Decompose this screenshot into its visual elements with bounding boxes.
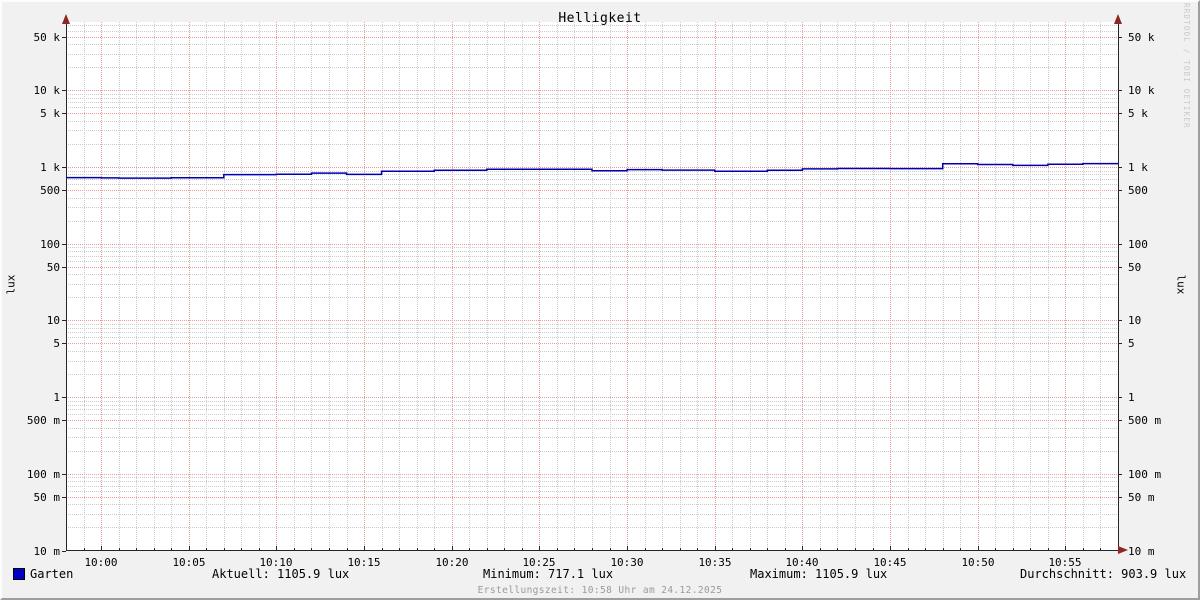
y-tick-label-right: 1 k xyxy=(1128,161,1148,174)
y-tick-label-right: 100 m xyxy=(1128,468,1162,481)
y-tick-label-left: 100 m xyxy=(26,468,60,481)
y-tick-label-left: 100 xyxy=(40,238,60,251)
chart-title: Helligkeit xyxy=(558,11,642,26)
y-tick-label-right: 5 xyxy=(1128,337,1135,350)
y-tick-label-right: 50 m xyxy=(1128,491,1155,504)
y-tick-label-left: 5 xyxy=(53,337,60,350)
creation-time: Erstellungszeit: 10:58 Uhr am 24.12.2025 xyxy=(477,585,723,596)
rrdtool-watermark: RRDTOOL / TOBI OETIKER xyxy=(1182,3,1191,129)
stat-durchschnitt: Durchschnitt: 903.9 lux xyxy=(1020,567,1187,581)
y-tick-label-left: 5 k xyxy=(40,107,60,120)
rrdtool-graph: Helligkeit 50 k 10 k 5 k 1 k 500 100 50 10 5 1 500… xyxy=(0,0,1200,600)
y-tick-label-left: 500 xyxy=(40,184,60,197)
plot-area xyxy=(62,14,1128,554)
y-tick-label-left: 10 xyxy=(46,314,60,327)
y-tick-label-left: 1 k xyxy=(40,161,60,174)
x-tick-label: 10:00 xyxy=(84,556,118,569)
y-tick-label-right: 500 m xyxy=(1128,414,1162,427)
y-axis-unit-right: lux xyxy=(1174,274,1188,295)
y-tick-label-right: 500 xyxy=(1128,184,1148,197)
legend-swatch xyxy=(13,568,25,580)
y-tick-label-left: 50 k xyxy=(33,31,61,44)
x-tick-label: 10:05 xyxy=(172,556,206,569)
x-tick-label: 10:35 xyxy=(698,556,732,569)
y-tick-label-left: 10 m xyxy=(33,545,61,558)
stat-minimum: Minimum: 717.1 lux xyxy=(483,567,614,581)
y-tick-label-left: 1 xyxy=(53,391,60,404)
y-tick-label-left: 500 m xyxy=(26,414,60,427)
y-tick-label-right: 100 xyxy=(1128,238,1148,251)
stat-maximum: Maximum: 1105.9 lux xyxy=(750,567,888,581)
x-tick-label: 10:20 xyxy=(435,556,469,569)
y-tick-label-right: 1 xyxy=(1128,391,1135,404)
y-tick-label-left: 50 m xyxy=(33,491,61,504)
y-axis-unit-left: lux xyxy=(4,274,18,295)
x-tick-label: 10:50 xyxy=(961,556,995,569)
y-tick-label-right: 10 xyxy=(1128,314,1142,327)
y-tick-label-right: 50 xyxy=(1128,261,1142,274)
y-tick-label-right: 10 m xyxy=(1128,545,1155,558)
graph-inner: Helligkeit 50 k 10 k 5 k 1 k 500 100 50 10 5 1 500… xyxy=(0,0,1200,600)
y-tick-label-left: 10 k xyxy=(33,84,61,97)
stat-aktuell: Aktuell: 1105.9 lux xyxy=(212,567,350,581)
legend-series-label: Garten xyxy=(30,567,74,581)
